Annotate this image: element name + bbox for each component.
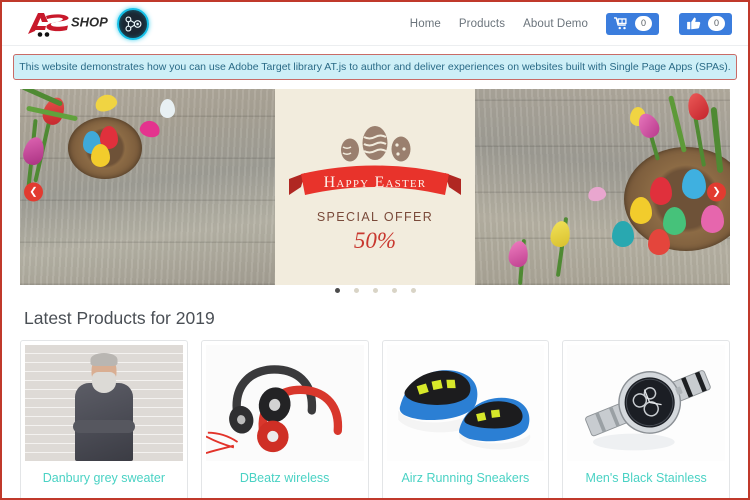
- product-card[interactable]: Airz Running Sneakers: [381, 340, 550, 498]
- demo-info-banner-text: This website demonstrates how you can us…: [19, 61, 731, 73]
- main-navigation: Home Products About Demo 0 0: [410, 12, 732, 35]
- carousel-dot-2[interactable]: [353, 287, 359, 293]
- nav-link-products[interactable]: Products: [459, 18, 505, 30]
- demo-info-banner: This website demonstrates how you can us…: [13, 54, 737, 80]
- easter-egg-decor: [612, 221, 634, 247]
- node-graph-icon: [125, 15, 142, 32]
- product-image-dbeatz-wireless: [205, 345, 364, 461]
- shopping-cart-icon: [614, 17, 628, 30]
- sweater-figure-arms: [72, 420, 135, 433]
- easter-egg-decor: [91, 144, 110, 167]
- watch-illustration: [567, 345, 725, 461]
- easter-egg-decor: [682, 169, 706, 199]
- cart-button[interactable]: 0: [606, 12, 659, 35]
- easter-egg-decor: [630, 197, 652, 224]
- easter-egg-decor: [650, 177, 672, 205]
- carousel-dot-4[interactable]: [391, 287, 397, 293]
- site-header: SHOP Home Products About Demo 0 0: [2, 2, 748, 46]
- tulip-decor: [548, 219, 573, 249]
- sweater-figure-hair: [90, 353, 118, 366]
- carousel-headline: Happy Easter: [323, 173, 427, 191]
- nav-link-about-demo[interactable]: About Demo: [523, 18, 588, 30]
- carousel-next-button[interactable]: ❯: [707, 182, 726, 202]
- product-card[interactable]: DBeatz wireless: [200, 340, 369, 498]
- easter-egg-decor: [586, 185, 608, 203]
- product-link[interactable]: Men's Black Stainless: [567, 461, 725, 497]
- product-grid: Danbury grey sweater DBeatz wireless Air…: [2, 340, 748, 498]
- product-card[interactable]: Danbury grey sweater: [20, 340, 188, 498]
- page-root: SHOP Home Products About Demo 0 0 This w…: [0, 0, 750, 500]
- shop-logo-mark: SHOP: [28, 12, 108, 37]
- product-link[interactable]: Danbury grey sweater: [25, 461, 183, 497]
- tulip-decor: [685, 90, 711, 123]
- page-title: Latest Products for 2019: [24, 308, 215, 328]
- carousel-prev-button[interactable]: ❮: [24, 182, 43, 202]
- carousel-image-left: [20, 89, 275, 285]
- likes-button[interactable]: 0: [679, 12, 732, 35]
- tulip-decor: [507, 239, 530, 269]
- easter-egg-decor: [138, 118, 162, 140]
- product-link[interactable]: Airz Running Sneakers: [387, 461, 545, 497]
- adobe-target-node-icon[interactable]: [117, 7, 149, 40]
- carousel-subhead: SPECIAL OFFER: [316, 209, 434, 224]
- product-image-danbury-grey-sweater: [25, 345, 183, 461]
- leaf-decor: [668, 95, 687, 153]
- shop-logo[interactable]: SHOP: [24, 9, 108, 39]
- carousel-image-right: [475, 89, 730, 285]
- carousel-discount: 50%: [353, 227, 397, 253]
- easter-egg-decor: [701, 205, 724, 233]
- carousel-dot-3[interactable]: [372, 287, 378, 293]
- carousel-ribbon: Happy Easter: [289, 165, 461, 205]
- shop-logo-text: SHOP: [71, 14, 108, 29]
- nav-link-home[interactable]: Home: [410, 18, 441, 30]
- thumbs-up-icon: [687, 17, 701, 30]
- product-image-airz-running-sneakers: [386, 345, 545, 461]
- product-link[interactable]: DBeatz wireless: [206, 461, 364, 497]
- easter-egg-decor: [663, 207, 686, 235]
- easter-eggs-icon: [341, 125, 411, 161]
- easter-egg-decor: [93, 91, 119, 115]
- carousel-dot-1[interactable]: [334, 287, 340, 293]
- easter-egg-decor: [648, 229, 670, 255]
- easter-egg-decor: [160, 99, 175, 118]
- sneakers-illustration: [386, 345, 545, 461]
- likes-count-badge: 0: [708, 16, 725, 31]
- carousel-indicators: [20, 285, 730, 295]
- carousel-offer-panel: Happy Easter SPECIAL OFFER 50%: [275, 89, 475, 285]
- headphones-illustration: [205, 345, 364, 461]
- product-image-mens-black-stainless-watch: [567, 345, 725, 461]
- sweater-figure-beard: [91, 372, 116, 393]
- hero-carousel[interactable]: Happy Easter SPECIAL OFFER 50% ❮ ❯: [20, 89, 730, 295]
- cart-count-badge: 0: [635, 16, 652, 31]
- carousel-dot-5[interactable]: [410, 287, 416, 293]
- carousel-slide-easter: Happy Easter SPECIAL OFFER 50%: [20, 89, 730, 285]
- product-card[interactable]: Men's Black Stainless: [562, 340, 730, 498]
- brand[interactable]: SHOP: [24, 7, 149, 40]
